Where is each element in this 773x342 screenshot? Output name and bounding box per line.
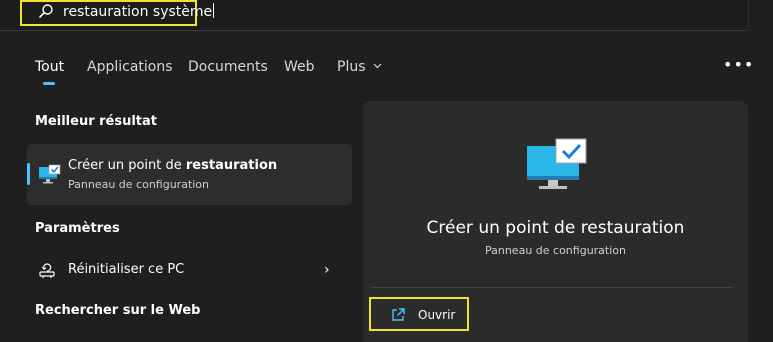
best-match-title-prefix: Créer un point de xyxy=(68,158,186,173)
search-bar[interactable]: restauration système xyxy=(0,0,749,31)
chevron-right-icon: › xyxy=(324,262,330,278)
open-external-icon xyxy=(392,308,405,321)
best-match-title-bold: restauration xyxy=(185,158,278,173)
settings-item-label: Réinitialiser ce PC xyxy=(68,262,185,277)
detail-title: Créer un point de restauration xyxy=(426,218,685,238)
settings-item-reset-pc[interactable]: Réinitialiser ce PC › xyxy=(27,252,352,288)
detail-subtitle: Panneau de configuration xyxy=(484,244,626,257)
best-match-item[interactable]: Créer un point de restauration Panneau d… xyxy=(27,144,352,205)
tab-documents[interactable]: Documents xyxy=(188,59,268,75)
tab-more[interactable]: Plus xyxy=(337,59,382,75)
detail-divider xyxy=(371,287,733,288)
best-match-title: Créer un point de restauration xyxy=(68,158,277,173)
tab-web[interactable]: Web xyxy=(284,59,315,75)
settings-heading: Paramètres xyxy=(35,221,120,236)
web-search-heading: Rechercher sur le Web xyxy=(35,303,201,318)
tab-all[interactable]: Tout xyxy=(35,59,64,75)
open-button[interactable]: Ouvrir xyxy=(369,297,469,331)
best-match-heading: Meilleur résultat xyxy=(35,114,158,129)
active-tab-indicator xyxy=(43,82,55,85)
search-query: restauration système xyxy=(63,4,213,20)
reset-pc-icon xyxy=(39,263,55,278)
chevron-down-icon xyxy=(373,63,382,69)
text-caret xyxy=(213,3,215,18)
tab-applications[interactable]: Applications xyxy=(87,59,173,75)
monitor-check-icon xyxy=(527,138,587,189)
more-options-icon[interactable]: ••• xyxy=(723,55,754,74)
selection-accent xyxy=(27,163,30,185)
tab-more-label: Plus xyxy=(337,59,366,75)
best-match-subtitle: Panneau de configuration xyxy=(68,178,210,191)
search-icon xyxy=(39,4,53,18)
detail-panel: Créer un point de restauration Panneau d… xyxy=(363,101,748,342)
open-button-label: Ouvrir xyxy=(418,308,456,322)
monitor-check-icon xyxy=(39,164,61,184)
search-input[interactable]: restauration système xyxy=(63,3,215,20)
